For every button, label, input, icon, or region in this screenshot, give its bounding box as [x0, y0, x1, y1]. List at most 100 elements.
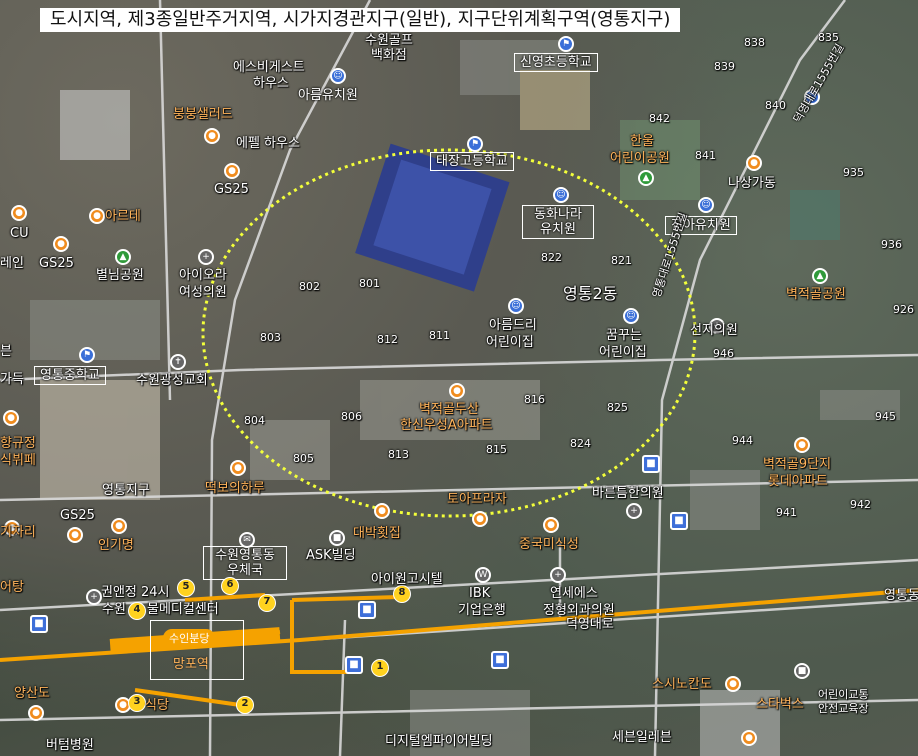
poi-label: 어탕 [0, 580, 24, 595]
store-icon[interactable]: ● [53, 236, 69, 252]
block-number: 926 [893, 303, 914, 316]
block-number: 838 [744, 36, 765, 49]
label-donghwa-kindergarten[interactable]: 동화나라 유치원 [522, 205, 594, 239]
label-areum-kindergarten[interactable]: 아름유치원 [293, 87, 363, 104]
mangpo-station[interactable]: 수인분당 망포역 [150, 620, 244, 680]
poi-label: 식뷔페 [0, 453, 36, 468]
station-exit-6[interactable]: 6 [221, 577, 239, 595]
restaurant-icon[interactable]: ● [28, 705, 44, 721]
cafe-icon[interactable]: ● [89, 208, 105, 224]
building-icon[interactable]: ■ [794, 663, 810, 679]
satellite-map[interactable]: 도시지역, 제3종일반주거지역, 시가지경관지구(일반), 지구단위계획구역(영… [0, 0, 918, 756]
restaurant-icon[interactable]: ● [543, 517, 559, 533]
kindergarten-icon[interactable]: ☺ [698, 197, 714, 213]
poi-label: 아이원고시텔 [371, 572, 443, 587]
hospital-icon[interactable]: + [86, 589, 102, 605]
hospital-icon[interactable]: + [626, 503, 642, 519]
store-icon[interactable]: ● [11, 205, 27, 221]
bus-stop-icon[interactable]: ■ [345, 656, 363, 674]
restaurant-icon[interactable]: ● [3, 410, 19, 426]
apartment-icon[interactable]: ● [449, 383, 465, 399]
store-icon[interactable]: ● [746, 155, 762, 171]
hospital-icon[interactable]: + [550, 567, 566, 583]
restaurant-icon[interactable]: ● [111, 518, 127, 534]
poi-label: 양산도 [14, 686, 50, 701]
station-exit-1[interactable]: 1 [371, 659, 389, 677]
park-icon[interactable]: ▲ [638, 170, 654, 186]
park-icon[interactable]: ▲ [812, 268, 828, 284]
block-number: 812 [377, 333, 398, 346]
poi-label: ASK빌딩 [306, 548, 356, 563]
poi-label: 인기명 [98, 538, 134, 553]
station-exit-3[interactable]: 3 [128, 694, 146, 712]
bus-stop-icon[interactable]: ■ [670, 512, 688, 530]
hospital-icon[interactable]: + [198, 249, 214, 265]
restaurant-icon[interactable]: ● [204, 128, 220, 144]
bus-stop-icon[interactable]: ■ [642, 455, 660, 473]
block-number: 813 [388, 448, 409, 461]
station-name: 망포역 [173, 657, 209, 672]
daycare-icon[interactable]: ☺ [623, 308, 639, 324]
poi-label: 가득 [0, 372, 24, 387]
store-icon[interactable]: ● [224, 163, 240, 179]
bus-stop-icon[interactable]: ■ [30, 615, 48, 633]
station-exit-8[interactable]: 8 [393, 585, 411, 603]
block-number: 816 [524, 393, 545, 406]
church-icon[interactable]: ✝ [170, 354, 186, 370]
station-exit-5[interactable]: 5 [177, 579, 195, 597]
block-number: 841 [695, 149, 716, 162]
poi-label: 롯데아파트 [768, 474, 828, 489]
poi-label: 한신우성A아파트 [400, 418, 493, 433]
block-number: 802 [299, 280, 320, 293]
bus-stop-icon[interactable]: ■ [358, 601, 376, 619]
bus-stop-icon[interactable]: ■ [491, 651, 509, 669]
label-taejang-school[interactable]: 태장고등학교 [430, 152, 514, 171]
poi-label: 권앤정 24시 [101, 585, 170, 600]
kindergarten-icon[interactable]: ☺ [330, 68, 346, 84]
label-sinyoung-school[interactable]: 신영초등학교 [514, 53, 598, 72]
station-exit-2[interactable]: 2 [236, 696, 254, 714]
bank-icon[interactable]: W [475, 567, 491, 583]
school-icon[interactable]: ⚑ [558, 36, 574, 52]
park-icon[interactable]: ▲ [115, 249, 131, 265]
station-exit-4[interactable]: 4 [128, 602, 146, 620]
restaurant-icon[interactable]: ● [374, 503, 390, 519]
poi-label: 수원광성교회 [136, 373, 208, 388]
block-number: 839 [714, 60, 735, 73]
block-number: 825 [607, 401, 628, 414]
block-number: 822 [541, 251, 562, 264]
apartment-icon[interactable]: ● [794, 437, 810, 453]
block-number: 806 [341, 410, 362, 423]
poi-label: CU [10, 226, 29, 241]
store-icon[interactable]: ● [67, 527, 83, 543]
poi-label: 꿈꾸는 [606, 328, 642, 343]
restaurant-icon[interactable]: ● [725, 676, 741, 692]
poi-label: 수원 [102, 602, 126, 617]
block-number: 815 [486, 443, 507, 456]
station-exit-7[interactable]: 7 [258, 594, 276, 612]
store-icon[interactable]: ● [741, 730, 757, 746]
road-label: 영통동 [884, 588, 918, 603]
kindergarten-icon[interactable]: ☺ [553, 187, 569, 203]
block-number: 835 [818, 31, 839, 44]
label-yeongtong-middle-school[interactable]: 영통중학교 [34, 366, 106, 385]
restaurant-icon[interactable]: ● [230, 460, 246, 476]
poi-label: 여성의원 [179, 285, 227, 300]
school-icon[interactable]: ⚑ [79, 347, 95, 363]
poi-label: 토아프라자 [447, 492, 507, 507]
building-icon[interactable]: ■ [329, 530, 345, 546]
poi-label: 선지의원 [690, 323, 738, 338]
store-icon[interactable]: ● [472, 511, 488, 527]
poi-label: 에스비게스트 [233, 60, 305, 75]
poi-label: GS25 [60, 508, 95, 523]
daycare-icon[interactable]: ☺ [508, 298, 524, 314]
post-office-icon[interactable]: ✉ [239, 532, 255, 548]
school-icon[interactable]: ⚑ [467, 136, 483, 152]
poi-label: 영통지구 [102, 483, 150, 498]
poi-label: 물메디컬센터 [147, 602, 219, 617]
label-yeongtong-post-office[interactable]: 수원영통동 우체국 [203, 546, 287, 580]
block-number: 803 [260, 331, 281, 344]
block-number: 944 [732, 434, 753, 447]
poi-label: 떡보의하루 [205, 481, 265, 496]
block-number: 804 [244, 414, 265, 427]
